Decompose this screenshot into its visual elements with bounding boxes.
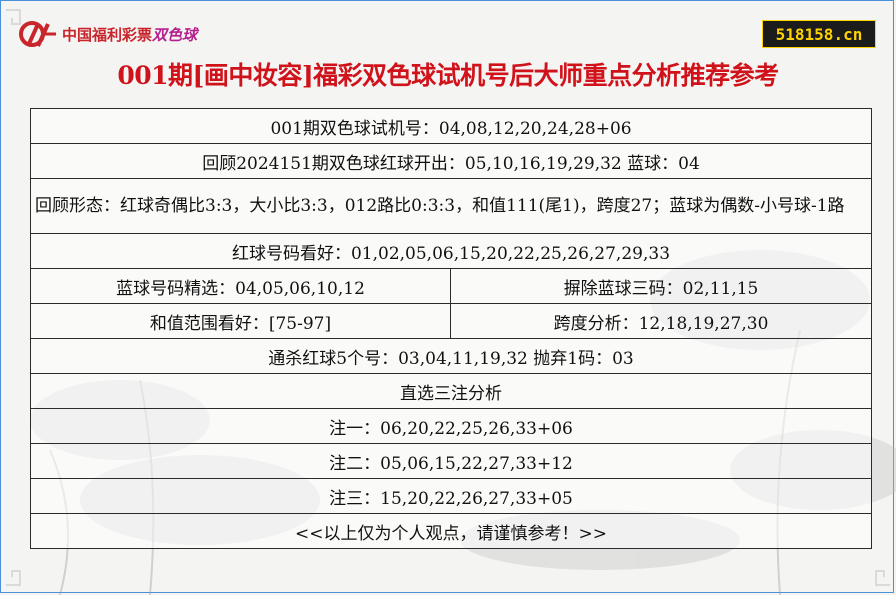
table-row: 注一：06,20,22,25,26,33+06 — [29, 408, 873, 444]
table-row: 蓝球号码精选：04,05,06,10,12 摒除蓝球三码：02,11,15 — [30, 268, 873, 304]
footer-note: <<以上仅为个人观点，请谨慎参考！>> — [29, 513, 873, 549]
logo-ssq: 双色球 — [152, 25, 198, 44]
section-heading: 直选三注分析 — [29, 373, 873, 409]
table-row: 通杀红球5个号：03,04,11,19,32 抛弃1码：03 — [29, 338, 873, 374]
review-cell: 回顾2024151期双色球红球开出：05,10,16,19,29,32 蓝球：0… — [29, 143, 873, 179]
table-row: 注二：05,06,15,22,27,33+12 — [29, 443, 873, 479]
red-pick-cell: 红球号码看好：01,02,05,06,15,20,22,25,26,27,29,… — [29, 233, 873, 269]
span-cell: 跨度分析：12,18,19,27,30 — [449, 303, 873, 339]
table-row: 001期双色球试机号：04,08,12,20,24,28+06 — [29, 108, 873, 144]
page-title: 001期[画中妆容]福彩双色球试机号后大师重点分析推荐参考 — [117, 61, 779, 90]
lottery-logo-icon — [19, 21, 56, 47]
bet-1-cell: 注一：06,20,22,25,26,33+06 — [29, 408, 873, 444]
table-row: 注三：15,20,22,26,27,33+05 — [29, 478, 873, 514]
test-number-cell: 001期双色球试机号：04,08,12,20,24,28+06 — [29, 108, 873, 144]
bet-3-cell: 注三：15,20,22,26,27,33+05 — [29, 478, 873, 514]
blue-kill-cell: 摒除蓝球三码：02,11,15 — [449, 268, 873, 304]
table-row: 和值范围看好：[75-97] 跨度分析：12,18,19,27,30 — [30, 303, 873, 339]
sum-range-cell: 和值范围看好：[75-97] — [30, 303, 451, 339]
kill-red-cell: 通杀红球5个号：03,04,11,19,32 抛弃1码：03 — [29, 338, 873, 374]
bet-2-cell: 注二：05,06,15,22,27,33+12 — [29, 443, 873, 479]
table-row: 回顾2024151期双色球红球开出：05,10,16,19,29,32 蓝球：0… — [29, 143, 873, 179]
analysis-table: 001期双色球试机号：04,08,12,20,24,28+06 回顾202415… — [29, 108, 873, 549]
table-row: 回顾形态：红球奇偶比3:3，大小比3:3，012路比0:3:3，和值111(尾1… — [29, 178, 873, 234]
table-row: 红球号码看好：01,02,05,06,15,20,22,25,26,27,29,… — [29, 233, 873, 269]
logo-text: 中国福利彩票双色球 — [62, 25, 198, 44]
table-row: 直选三注分析 — [29, 373, 873, 409]
site-badge[interactable]: 518158.cn — [762, 20, 876, 48]
pattern-cell: 回顾形态：红球奇偶比3:3，大小比3:3，012路比0:3:3，和值111(尾1… — [29, 178, 873, 234]
lottery-logo: 中国福利彩票双色球 — [18, 20, 197, 48]
blue-pick-cell: 蓝球号码精选：04,05,06,10,12 — [30, 268, 451, 304]
table-row: <<以上仅为个人观点，请谨慎参考！>> — [29, 513, 873, 549]
